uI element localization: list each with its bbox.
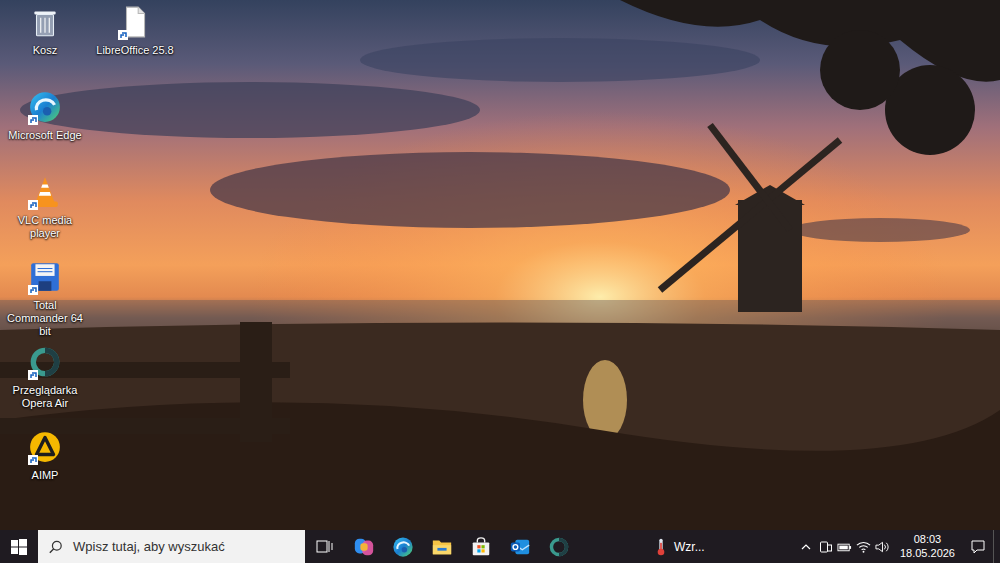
pinned-app[interactable] bbox=[461, 530, 500, 563]
pinned-app[interactable] bbox=[539, 530, 578, 563]
desktop-icon-label: Kosz bbox=[33, 44, 57, 57]
desktop-icon-grid: Kosz Microsoft Edge VLC media player Total … bbox=[0, 0, 1000, 514]
recycle-bin-icon bbox=[28, 5, 62, 39]
magnifier-icon bbox=[48, 540, 63, 554]
desktop-icon-label: Microsoft Edge bbox=[8, 129, 81, 142]
desktop: Kosz Microsoft Edge VLC media player Total … bbox=[0, 0, 1000, 530]
taskbar: Wpisz tutaj, aby wyszukać Wzr... 08:0318.0… bbox=[0, 530, 1000, 563]
notification-bubble-icon bbox=[970, 539, 986, 555]
wallpaper: Kosz Microsoft Edge VLC media player Total … bbox=[0, 0, 1000, 530]
folder-icon bbox=[431, 536, 453, 558]
pinned-app[interactable] bbox=[344, 530, 383, 563]
weather-widget[interactable]: Wzr... bbox=[650, 530, 711, 563]
shortcut-arrow-icon bbox=[28, 455, 38, 465]
thermometer-icon bbox=[656, 537, 666, 557]
shortcut-arrow-icon bbox=[28, 370, 38, 380]
desktop-icon-image bbox=[27, 429, 63, 465]
store-bag-icon bbox=[470, 536, 492, 558]
shortcut-arrow-icon bbox=[28, 115, 38, 125]
phone-link-icon bbox=[818, 540, 833, 554]
desktop-icon-label: LibreOffice 25.8 bbox=[96, 44, 173, 57]
taskbar-spacer bbox=[711, 530, 797, 563]
task-view-icon bbox=[316, 539, 334, 555]
search-box[interactable]: Wpisz tutaj, aby wyszukać bbox=[38, 530, 305, 563]
desktop-icon[interactable]: AIMP bbox=[0, 429, 90, 514]
shortcut-arrow-icon bbox=[28, 285, 38, 295]
volume-button[interactable] bbox=[873, 530, 892, 563]
edge-icon bbox=[392, 536, 414, 558]
wifi-icon bbox=[856, 540, 871, 554]
hidden-icons-button[interactable] bbox=[797, 530, 816, 563]
desktop-icon[interactable]: Przeglądarka Opera Air bbox=[0, 344, 90, 429]
tray-app-button[interactable] bbox=[816, 530, 835, 563]
desktop-icon-image bbox=[27, 259, 63, 295]
copilot-icon bbox=[353, 536, 375, 558]
desktop-screen: Kosz Microsoft Edge VLC media player Total … bbox=[0, 0, 1000, 563]
desktop-icon-image bbox=[27, 174, 63, 210]
desktop-icon-label: AIMP bbox=[32, 469, 59, 482]
desktop-icon[interactable]: Kosz bbox=[0, 4, 90, 89]
desktop-icon-image bbox=[27, 4, 63, 40]
desktop-icon[interactable]: LibreOffice 25.8 bbox=[90, 4, 180, 89]
search-placeholder: Wpisz tutaj, aby wyszukać bbox=[73, 539, 225, 554]
desktop-icon[interactable]: Microsoft Edge bbox=[0, 89, 90, 174]
desktop-icon-image bbox=[27, 344, 63, 380]
desktop-icon-label: VLC media player bbox=[2, 214, 88, 240]
battery-icon bbox=[837, 540, 852, 554]
network-button[interactable] bbox=[854, 530, 873, 563]
pinned-app[interactable] bbox=[383, 530, 422, 563]
desktop-icon-image bbox=[117, 4, 153, 40]
system-tray: 08:0318.05.2026 bbox=[797, 530, 1000, 563]
task-view-button[interactable] bbox=[305, 530, 344, 563]
shortcut-arrow-icon bbox=[28, 200, 38, 210]
windows-logo-icon bbox=[11, 539, 27, 555]
desktop-icon-label: Total Commander 64 bit bbox=[2, 299, 88, 339]
weather-label: Wzr... bbox=[674, 540, 705, 554]
battery-button[interactable] bbox=[835, 530, 854, 563]
clock-time: 08:03 bbox=[914, 533, 942, 547]
desktop-icon-image bbox=[27, 89, 63, 125]
show-desktop-button[interactable] bbox=[993, 530, 1000, 563]
desktop-icon[interactable]: Total Commander 64 bit bbox=[0, 259, 90, 344]
desktop-icon[interactable]: VLC media player bbox=[0, 174, 90, 259]
speaker-icon bbox=[875, 540, 890, 554]
pinned-app[interactable] bbox=[500, 530, 539, 563]
desktop-icon-label: Przeglądarka Opera Air bbox=[2, 384, 88, 410]
pinned-app[interactable] bbox=[422, 530, 461, 563]
notifications-button[interactable] bbox=[963, 530, 993, 563]
opera-air-icon bbox=[548, 536, 570, 558]
start-button[interactable] bbox=[0, 530, 38, 563]
clock[interactable]: 08:0318.05.2026 bbox=[892, 530, 963, 563]
outlook-icon bbox=[509, 536, 531, 558]
shortcut-arrow-icon bbox=[118, 30, 128, 40]
chevron-up-icon bbox=[800, 541, 812, 553]
clock-date: 18.05.2026 bbox=[900, 547, 955, 561]
wallpaper-scenery-icon bbox=[0, 0, 1000, 530]
